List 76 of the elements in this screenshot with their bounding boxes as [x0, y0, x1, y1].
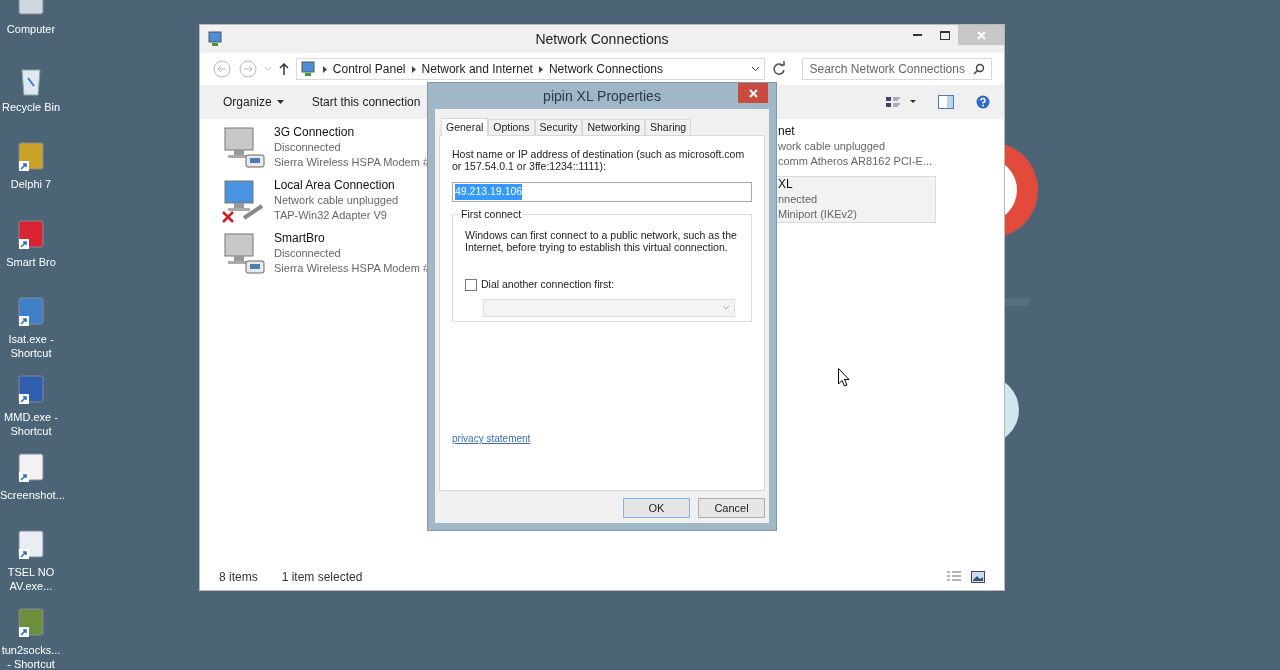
- chevron-icon: [411, 65, 416, 73]
- tab[interactable]: Sharing: [645, 119, 692, 135]
- network-icon: [300, 61, 317, 77]
- connection-device: comm Atheros AR8162 PCI-E...: [778, 154, 934, 169]
- connection-device: Miniport (IKEv2): [778, 207, 858, 222]
- dialog-button[interactable]: Cancel: [698, 498, 765, 518]
- maximize-icon: [939, 30, 950, 40]
- tab[interactable]: General: [441, 118, 489, 136]
- command-button[interactable]: Start this connection: [311, 93, 421, 111]
- dialog-button[interactable]: OK: [623, 498, 690, 518]
- connection-name[interactable]: XL: [778, 177, 935, 192]
- desktop-icon-label[interactable]: Computer: [0, 22, 62, 36]
- desktop-icon-label[interactable]: Isat.exe - Shortcut: [0, 332, 62, 361]
- selection-count: 1 item selected: [281, 569, 363, 586]
- desktop-icon-label[interactable]: tun2socks... - Shortcut: [0, 642, 62, 670]
- help-icon[interactable]: [976, 95, 990, 109]
- checkbox-label: Dial another connection first:: [481, 277, 615, 292]
- connection-device: TAP-Win32 Adapter V9: [274, 208, 388, 223]
- search-icon: [973, 63, 985, 75]
- tab[interactable]: Networking: [582, 119, 645, 135]
- close-button[interactable]: [738, 83, 768, 103]
- desktop-icon-label[interactable]: MMD.exe - Shortcut: [0, 409, 62, 438]
- connection-name[interactable]: 3G Connection: [274, 125, 430, 140]
- close-icon: [976, 30, 986, 40]
- preview-pane-icon[interactable]: [938, 95, 954, 109]
- connection-status: Network cable unplugged: [274, 193, 399, 208]
- chevron-icon: [322, 65, 327, 73]
- modem-connection-icon: [222, 231, 268, 277]
- privacy-link[interactable]: privacy statement: [452, 433, 531, 444]
- shortcut-icon[interactable]: [16, 606, 46, 639]
- caret-icon: [276, 100, 284, 104]
- tab[interactable]: Security: [534, 119, 583, 135]
- network-icon: [208, 31, 224, 47]
- chevron-icon: [538, 65, 543, 73]
- search-field[interactable]: Search Network Connections: [802, 58, 992, 80]
- dropdown-icon[interactable]: [750, 66, 760, 72]
- view-options-icon[interactable]: [886, 96, 916, 108]
- shortcut-icon[interactable]: [16, 373, 46, 406]
- tab[interactable]: Options: [488, 119, 535, 135]
- description: Windows can first connect to a public network, such as the Internet, before trying to establish this virtual connection.: [465, 229, 738, 253]
- window-title: Network Connections: [535, 29, 669, 49]
- address-bar[interactable]: Control Panel Network and Internet Network Connections: [295, 58, 765, 80]
- caret-icon: [722, 305, 730, 311]
- shortcut-icon[interactable]: [16, 296, 46, 329]
- desktop-icon-label[interactable]: Screenshot...: [0, 487, 62, 502]
- shortcut-icon[interactable]: [16, 451, 46, 484]
- desktop-icon-label[interactable]: Smart Bro: [0, 254, 62, 269]
- large-icons-view-icon[interactable]: [971, 571, 985, 583]
- breadcrumb-item[interactable]: Control Panel: [332, 60, 406, 78]
- cursor-icon: [838, 368, 850, 387]
- shortcut-icon[interactable]: [16, 529, 46, 562]
- command-button[interactable]: Organize: [223, 93, 284, 111]
- dialog-title: pipin XL Properties: [543, 86, 661, 106]
- minimize-icon: [913, 34, 922, 36]
- refresh-icon[interactable]: [770, 61, 787, 77]
- close-icon: [748, 88, 758, 98]
- connection-status: Disconnected: [274, 246, 342, 261]
- host-value: 49.213.19.106: [455, 184, 523, 200]
- connection-name[interactable]: net: [778, 124, 935, 139]
- desktop-icon-label[interactable]: Delphi 7: [0, 177, 62, 192]
- connection-status: Disconnected: [274, 140, 342, 155]
- connection-status: work cable unplugged: [778, 139, 887, 154]
- connection-name[interactable]: SmartBro: [274, 231, 430, 246]
- breadcrumb-item[interactable]: Network Connections: [548, 60, 663, 78]
- modem-connection-icon: [222, 125, 268, 171]
- desktop-icon-label[interactable]: Recycle Bin: [0, 99, 62, 114]
- breadcrumb-item[interactable]: Network and Internet: [421, 60, 533, 78]
- shortcut-icon[interactable]: [16, 141, 46, 174]
- item-count: 8 items: [219, 569, 258, 586]
- connection-status: nnected: [778, 192, 819, 207]
- host-label: Host name or IP address of destination (such as microsoft.com or 157.54.0.1 or 3ffe:1234::1111):: [452, 148, 746, 172]
- checkbox[interactable]: [465, 278, 477, 291]
- connection-name[interactable]: Local Area Connection: [274, 178, 399, 193]
- desktop-icon-label[interactable]: TSEL NO AV.exe...: [0, 565, 62, 594]
- shortcut-icon[interactable]: [16, 218, 46, 251]
- up-icon[interactable]: [277, 62, 290, 76]
